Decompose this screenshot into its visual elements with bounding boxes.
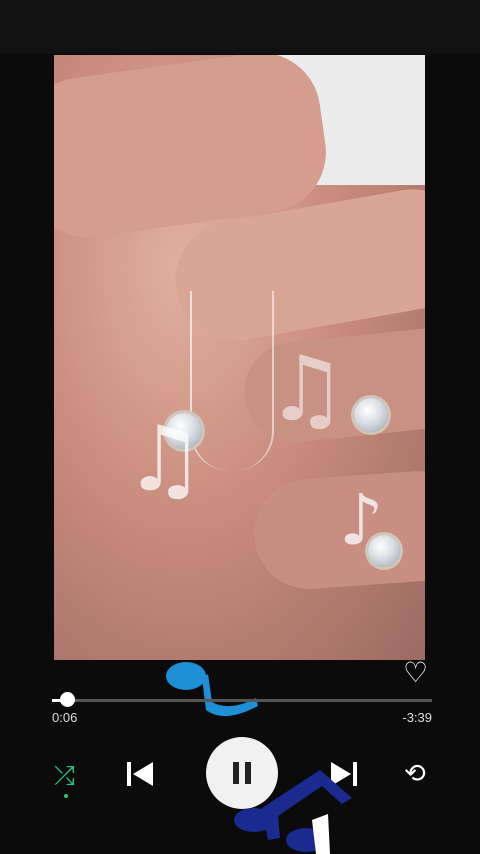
top-bar <box>0 0 480 54</box>
skip-previous-icon[interactable] <box>124 758 156 796</box>
progress-bar[interactable] <box>52 699 432 702</box>
repeat-icon[interactable]: ⟲ <box>404 760 426 786</box>
remaining-time: -3:39 <box>402 710 432 725</box>
shuffle-active-indicator <box>64 794 68 798</box>
music-note-decoration <box>166 662 258 717</box>
earring-gem-1 <box>354 398 388 432</box>
progress-knob[interactable] <box>60 692 76 707</box>
shuffle-icon[interactable]: ⤮ <box>54 762 75 788</box>
finger-3 <box>250 467 425 593</box>
music-note-decoration <box>234 770 352 854</box>
music-note-overlay: ♪ <box>339 479 384 561</box>
elapsed-time: 0:06 <box>52 710 78 725</box>
music-note-overlay: ♫ <box>124 407 205 512</box>
heart-icon[interactable]: ♡ <box>403 656 428 689</box>
music-note-overlay: ♫ <box>266 337 347 442</box>
video-frame[interactable]: ♫ ♫ ♪ <box>54 55 425 660</box>
